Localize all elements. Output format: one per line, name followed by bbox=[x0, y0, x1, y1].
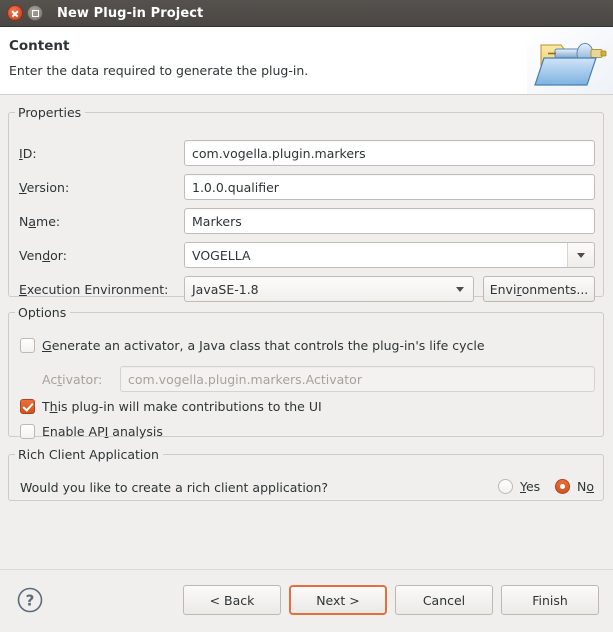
rich-client-yes-radio[interactable] bbox=[498, 479, 513, 494]
help-icon[interactable]: ? bbox=[16, 586, 44, 614]
properties-group: Properties ID: com.vogella.plugin.marker… bbox=[8, 105, 604, 302]
name-row: Name: Markers bbox=[19, 208, 595, 234]
id-input-value: com.vogella.plugin.markers bbox=[192, 145, 366, 161]
activator-label: Activator: bbox=[42, 371, 103, 387]
rich-client-group: Rich Client Application Would you like t… bbox=[8, 447, 604, 501]
name-input-value: Markers bbox=[192, 213, 242, 229]
back-button[interactable]: < Back bbox=[183, 585, 281, 615]
rich-client-yes-label: Yes bbox=[520, 479, 541, 494]
version-input-value: 1.0.0.qualifier bbox=[192, 179, 279, 195]
execution-environment-combo[interactable]: JavaSE-1.8 bbox=[184, 276, 474, 302]
ui-contributions-label: This plug-in will make contributions to … bbox=[42, 399, 322, 414]
generate-activator-checkbox[interactable] bbox=[20, 338, 35, 353]
rich-client-yes-radio-row[interactable]: Yes bbox=[498, 479, 540, 494]
finish-button[interactable]: Finish bbox=[501, 585, 599, 615]
chevron-down-icon[interactable] bbox=[447, 277, 473, 301]
vendor-label: Vendor: bbox=[19, 247, 67, 263]
rich-client-no-radio[interactable] bbox=[555, 479, 570, 494]
id-row: ID: com.vogella.plugin.markers bbox=[19, 140, 595, 166]
page-title: Content bbox=[9, 38, 70, 54]
chevron-down-icon[interactable] bbox=[567, 243, 594, 267]
api-analysis-checkbox-row[interactable]: Enable API analysis bbox=[20, 424, 163, 439]
plugin-folder-banner-icon bbox=[527, 27, 613, 94]
activator-row: Activator: com.vogella.plugin.markers.Ac… bbox=[42, 366, 595, 392]
api-analysis-checkbox[interactable] bbox=[20, 424, 35, 439]
wizard-content: Properties ID: com.vogella.plugin.marker… bbox=[0, 95, 613, 569]
rich-client-no-radio-row[interactable]: No bbox=[555, 479, 594, 494]
generate-activator-label: Generate an activator, a Java class that… bbox=[42, 338, 485, 353]
ui-contributions-checkbox-row[interactable]: This plug-in will make contributions to … bbox=[20, 399, 322, 414]
activator-input: com.vogella.plugin.markers.Activator bbox=[120, 366, 595, 392]
page-description: Enter the data required to generate the … bbox=[9, 63, 309, 78]
maximize-icon[interactable] bbox=[27, 5, 43, 21]
button-bar: ? < Back Next > Cancel Finish bbox=[0, 569, 613, 632]
title-bar: New Plug-in Project bbox=[0, 0, 613, 27]
environments-button[interactable]: Envi r onments... bbox=[483, 276, 595, 302]
rich-client-no-label: No bbox=[577, 479, 595, 494]
vendor-combo[interactable]: VOGELLA bbox=[184, 242, 595, 268]
rich-client-question: Would you like to create a rich client a… bbox=[20, 480, 329, 495]
options-group: Options Generate an activator, a Java cl… bbox=[8, 305, 604, 439]
vendor-row: Vendor: VOGELLA bbox=[19, 242, 595, 268]
name-label: Name: bbox=[19, 213, 61, 229]
ui-contributions-checkbox[interactable] bbox=[20, 399, 35, 414]
execution-environment-row: Execution Environment: JavaSE-1.8 Envi r o… bbox=[19, 276, 595, 302]
generate-activator-checkbox-row[interactable]: Generate an activator, a Java class that… bbox=[20, 338, 485, 353]
execution-environment-combo-value: JavaSE-1.8 bbox=[192, 281, 259, 297]
rich-client-group-legend: Rich Client Application bbox=[18, 447, 159, 462]
close-icon[interactable] bbox=[7, 5, 23, 21]
version-row: Version: 1.0.0.qualifier bbox=[19, 174, 595, 200]
id-label: ID: bbox=[19, 145, 37, 161]
wizard-header: Content Enter the data required to gener… bbox=[0, 27, 613, 95]
options-group-legend: Options bbox=[18, 305, 67, 320]
cancel-button[interactable]: Cancel bbox=[395, 585, 493, 615]
properties-group-legend: Properties bbox=[18, 105, 82, 120]
window-title: New Plug-in Project bbox=[57, 5, 204, 21]
execution-environment-label: Execution Environment: bbox=[19, 281, 169, 297]
version-label: Version: bbox=[19, 179, 70, 195]
vendor-combo-value: VOGELLA bbox=[185, 243, 567, 267]
activator-input-value: com.vogella.plugin.markers.Activator bbox=[128, 371, 362, 387]
version-input[interactable]: 1.0.0.qualifier bbox=[184, 174, 595, 200]
next-button[interactable]: Next > bbox=[289, 585, 387, 615]
id-input[interactable]: com.vogella.plugin.markers bbox=[184, 140, 595, 166]
name-input[interactable]: Markers bbox=[184, 208, 595, 234]
api-analysis-label: Enable API analysis bbox=[42, 424, 163, 439]
new-plugin-project-dialog: New Plug-in Project Content Enter the da… bbox=[0, 0, 613, 632]
wizard-buttons: < Back Next > Cancel Finish bbox=[183, 585, 599, 615]
svg-text:?: ? bbox=[26, 592, 35, 610]
